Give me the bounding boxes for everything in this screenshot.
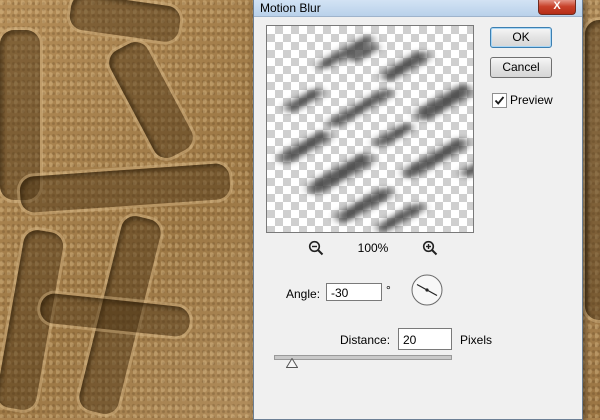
zoom-out-icon[interactable] [308,240,324,256]
close-button[interactable]: X [538,0,576,15]
sand-groove [68,0,182,44]
blurred-preview-image [280,35,473,232]
dialog-title: Motion Blur [260,1,321,15]
distance-slider-thumb[interactable] [286,358,298,368]
title-bar[interactable]: Motion Blur X [254,0,582,17]
zoom-level: 100% [357,241,389,255]
sand-groove [19,162,231,214]
distance-label: Distance: [340,333,391,347]
preview-canvas[interactable] [266,25,474,233]
preview-checkbox[interactable] [492,93,507,108]
angle-dial[interactable] [410,273,444,307]
distance-input[interactable]: 20 [398,328,452,350]
pixels-unit-label: Pixels [460,333,493,347]
degree-symbol: ° [386,283,391,297]
zoom-in-icon[interactable] [422,240,438,256]
dialog-body: 100% OK Cancel Preview Angle: -30 ° Dist… [260,17,576,419]
cancel-button[interactable]: Cancel [490,57,552,78]
motion-blur-dialog: Motion Blur X 100% OK Cancel Preview Ang… [253,0,583,420]
preview-label: Preview [510,93,553,107]
sand-groove [585,20,600,320]
checkmark-icon [494,96,505,105]
sand-groove [0,30,40,200]
distance-slider-track[interactable] [274,355,452,360]
angle-input[interactable]: -30 [326,283,382,301]
ok-button[interactable]: OK [490,27,552,48]
angle-label: Angle: [286,287,321,301]
sand-groove [104,37,198,163]
zoom-controls: 100% [308,240,438,256]
